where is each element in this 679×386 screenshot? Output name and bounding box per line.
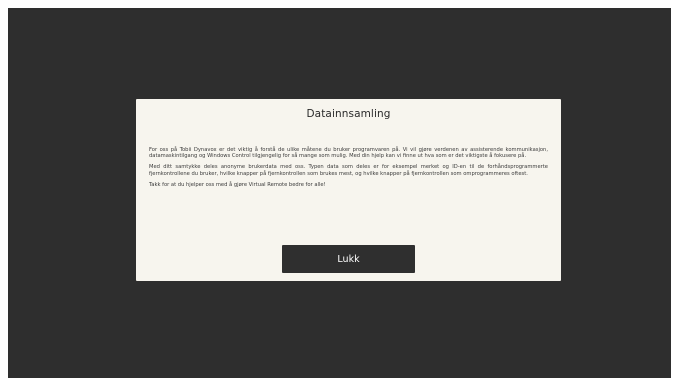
dialog-body: For oss på Tobii Dynavox er det viktig å… — [149, 147, 548, 193]
dialog-paragraph: Med ditt samtykke deles anonyme brukerda… — [149, 164, 548, 177]
data-collection-dialog: Datainnsamling For oss på Tobii Dynavox … — [136, 99, 561, 281]
app-window-backdrop: Datainnsamling For oss på Tobii Dynavox … — [8, 8, 671, 378]
dialog-paragraph: Takk for at du hjelper oss med å gjøre V… — [149, 181, 326, 188]
dialog-title: Datainnsamling — [306, 108, 391, 120]
close-button[interactable]: Lukk — [282, 245, 415, 273]
dialog-paragraph: For oss på Tobii Dynavox er det viktig å… — [149, 147, 548, 160]
